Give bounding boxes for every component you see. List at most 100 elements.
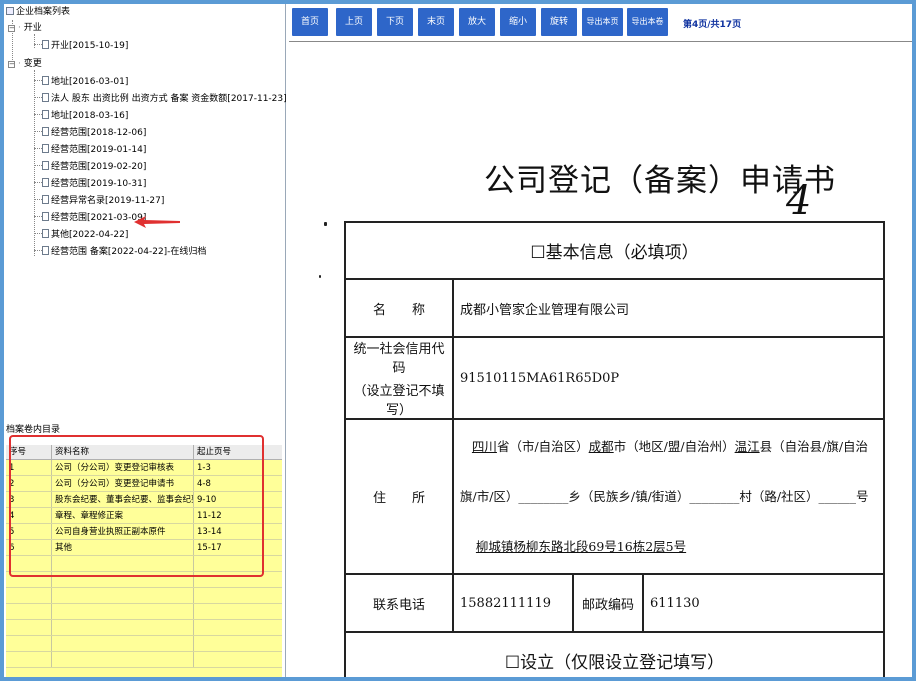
tree-item[interactable]: 经营范围[2018-12-06] <box>34 125 146 141</box>
section-basic-info-heading: ☐基本信息（必填项） <box>344 221 885 280</box>
tree-item-label: 经营范围 备案[2022-04-22]-在线归档 <box>51 247 207 257</box>
document-page: 公司登记（备案）申请书 4 ☐基本信息（必填项） 名 称 成都小管家企业管理有限… <box>289 41 912 677</box>
tree-connector <box>34 182 42 183</box>
address-label: 住 所 <box>344 418 454 575</box>
tree-item-label: 经营异常名录[2019-11-27] <box>51 196 165 206</box>
tree-connector <box>34 165 42 166</box>
archive-icon <box>6 7 14 15</box>
export-volume-button[interactable]: 导出本卷 <box>627 8 668 36</box>
tree-group-label: 变更 <box>23 59 42 69</box>
tree-connector <box>34 131 42 132</box>
next-page-button[interactable]: 下页 <box>377 8 413 36</box>
company-name-value: 成都小管家企业管理有限公司 <box>452 278 885 338</box>
tree-item[interactable]: 地址[2018-03-16] <box>34 108 128 124</box>
red-arrow-annotation <box>134 216 180 228</box>
tree-item-label: 地址[2016-03-01] <box>51 77 129 87</box>
last-page-button[interactable]: 末页 <box>418 8 454 36</box>
tree-connector <box>34 250 42 251</box>
phone-value: 15882111119 <box>452 573 574 633</box>
table-row-empty <box>6 652 282 668</box>
table-row-empty <box>6 588 282 604</box>
tree-item[interactable]: 开业[2015-10-19] <box>34 38 128 54</box>
viewer-pane: 首页 上页 下页 末页 放大 缩小 旋转 导出本页 导出本卷 第4页/共17页 … <box>287 4 912 677</box>
collapse-icon[interactable]: − <box>8 25 15 32</box>
page-indicator: 第4页/共17页 <box>683 20 742 30</box>
document-icon <box>42 212 49 221</box>
address-county: 温江 <box>734 438 760 454</box>
tree-item[interactable]: 其他[2022-04-22] <box>34 227 128 243</box>
document-icon <box>42 127 49 136</box>
tree-item-label: 经营范围[2021-03-09] <box>51 213 147 223</box>
prev-page-button[interactable]: 上页 <box>336 8 372 36</box>
tree-item-label: 经营范围[2019-01-14] <box>51 145 147 155</box>
tree-group-label: 开业 <box>23 23 42 33</box>
document-icon <box>42 93 49 102</box>
archive-tree: 企业档案列表 − · 开业 开业[2015-10-19] − · 变更 地址[201… <box>4 4 287 404</box>
tree-root-label: 企业档案列表 <box>16 7 71 17</box>
address-line-3: 柳城镇杨柳东路北段69号16栋2层5号 <box>460 522 877 572</box>
address-line-2: 旗/市/区）________乡（民族乡/镇/街道）________村（路/社区）… <box>460 488 869 504</box>
scan-speck <box>319 275 321 278</box>
tree-item[interactable]: 地址[2016-03-01] <box>34 74 128 90</box>
zoom-in-button[interactable]: 放大 <box>459 8 495 36</box>
tree-item-label: 开业[2015-10-19] <box>51 41 129 51</box>
document-title: 公司登记（备案）申请书 <box>484 163 836 199</box>
application-form: ☐基本信息（必填项） 名 称 成都小管家企业管理有限公司 统一社会信用代码 （设… <box>344 221 885 677</box>
left-pane: 企业档案列表 − · 开业 开业[2015-10-19] − · 变更 地址[201… <box>4 4 287 677</box>
address-value: 四川省（市/自治区）成都市（地区/盟/自治州）温江县（自治县/旗/自治 旗/市/… <box>452 418 885 575</box>
table-row-empty <box>6 636 282 652</box>
document-icon <box>42 76 49 85</box>
document-icon <box>42 229 49 238</box>
credit-code-label-line2: （设立登记不填写） <box>353 384 445 418</box>
tree-item[interactable]: 经营范围[2019-02-20] <box>34 159 146 175</box>
red-highlight-box <box>9 435 264 577</box>
name-label: 名 称 <box>344 278 454 338</box>
tree-connector <box>34 44 42 45</box>
catalog-title: 档案卷内目录 <box>6 425 61 435</box>
tree-connector <box>34 80 42 81</box>
app-window: 企业档案列表 − · 开业 开业[2015-10-19] − · 变更 地址[201… <box>0 0 916 681</box>
address-text: 市（地区/盟/自治州） <box>613 438 735 454</box>
tree-item-label: 法人 股东 出资比例 出资方式 备案 资金数额[2017-11-23] <box>51 94 287 104</box>
tree-group-change[interactable]: − · 变更 <box>8 56 42 72</box>
tree-connector <box>34 199 42 200</box>
address-text: 县（自治县/旗/自治 <box>759 438 869 454</box>
first-page-button[interactable]: 首页 <box>292 8 328 36</box>
tree-item[interactable]: 法人 股东 出资比例 出资方式 备案 资金数额[2017-11-23] <box>34 91 287 107</box>
tree-item-selected[interactable]: 经营范围[2021-03-09] <box>34 210 146 226</box>
address-city: 成都 <box>588 438 614 454</box>
address-text: 省（市/自治区） <box>496 438 589 454</box>
tree-item[interactable]: 经营范围 备案[2022-04-22]-在线归档 <box>34 244 206 260</box>
tree-item[interactable]: 经营异常名录[2019-11-27] <box>34 193 164 209</box>
tree-item-label: 其他[2022-04-22] <box>51 230 129 240</box>
tree-item-label: 地址[2018-03-16] <box>51 111 129 121</box>
viewer-toolbar: 首页 上页 下页 末页 放大 缩小 旋转 导出本页 导出本卷 第4页/共17页 <box>287 4 912 40</box>
collapse-icon[interactable]: − <box>8 61 15 68</box>
tree-group-open[interactable]: − · 开业 <box>8 20 42 36</box>
address-street: 柳城镇杨柳东路北段69号16栋2层5号 <box>475 538 687 554</box>
document-icon <box>42 178 49 187</box>
credit-code-label-line1: 统一社会信用代码 <box>353 342 445 376</box>
tree-item[interactable]: 经营范围[2019-01-14] <box>34 142 146 158</box>
handwritten-page-number: 4 <box>786 178 812 224</box>
tree-connector <box>34 216 42 217</box>
tree-item[interactable]: 经营范围[2019-10-31] <box>34 176 146 192</box>
tree-connector <box>34 148 42 149</box>
document-icon <box>42 144 49 153</box>
tree-root[interactable]: 企业档案列表 <box>6 4 70 20</box>
credit-code-value: 91510115MA61R65D0P <box>452 336 885 420</box>
rotate-button[interactable]: 旋转 <box>541 8 577 36</box>
table-row-empty <box>6 620 282 636</box>
export-page-button[interactable]: 导出本页 <box>582 8 623 36</box>
tree-connector <box>34 233 42 234</box>
tree-item-label: 经营范围[2019-02-20] <box>51 162 147 172</box>
tree-connector <box>34 97 42 98</box>
table-row-empty <box>6 604 282 620</box>
document-icon <box>42 195 49 204</box>
zoom-out-button[interactable]: 缩小 <box>500 8 536 36</box>
postcode-value: 611130 <box>642 573 885 633</box>
postcode-label: 邮政编码 <box>572 573 644 633</box>
tree-item-label: 经营范围[2019-10-31] <box>51 179 147 189</box>
tree-connector <box>34 114 42 115</box>
document-icon <box>42 246 49 255</box>
